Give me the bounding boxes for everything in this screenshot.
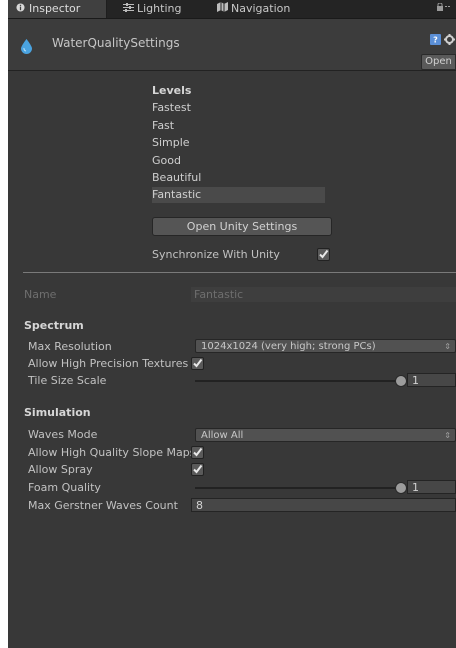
sync-checkbox[interactable]: [317, 248, 330, 261]
tile-size-slider-track[interactable]: [195, 380, 402, 382]
navigation-icon: [216, 1, 228, 19]
gear-icon[interactable]: [444, 34, 455, 45]
max-resolution-value: 1024x1024 (very high; strong PCs): [201, 341, 376, 352]
asset-header: WaterQualitySettings ? Open: [8, 19, 456, 71]
foam-quality-slider-track[interactable]: [195, 487, 402, 489]
dropdown-arrow-icon: ⇕: [444, 431, 451, 440]
checkmark-icon: [193, 464, 203, 474]
level-item-simple[interactable]: Simple: [152, 135, 325, 151]
tab-bar: Inspector Lighting Navigation: [8, 0, 456, 19]
dropdown-arrow-icon: ⇕: [444, 342, 451, 351]
gerstner-input[interactable]: 8: [191, 498, 456, 512]
asset-name: WaterQualitySettings: [52, 36, 180, 50]
open-unity-settings-button[interactable]: Open Unity Settings: [152, 217, 332, 236]
high-precision-label: Allow High Precision Textures: [28, 357, 189, 370]
checkmark-icon: [319, 249, 329, 259]
max-resolution-label: Max Resolution: [28, 340, 112, 353]
tab-inspector[interactable]: Inspector: [8, 0, 107, 18]
tab-lighting[interactable]: Lighting: [116, 0, 181, 18]
section-divider: [23, 272, 456, 273]
max-resolution-dropdown[interactable]: 1024x1024 (very high; strong PCs) ⇕: [195, 339, 456, 353]
name-field: Fantastic: [191, 287, 456, 302]
foam-quality-input[interactable]: 1: [407, 480, 456, 494]
help-icon[interactable]: ?: [430, 34, 441, 45]
level-item-beautiful[interactable]: Beautiful: [152, 170, 325, 186]
tile-size-label: Tile Size Scale: [28, 374, 107, 387]
waves-mode-dropdown[interactable]: Allow All ⇕: [195, 428, 456, 442]
level-item-fantastic[interactable]: Fantastic: [152, 187, 325, 203]
checkmark-icon: [193, 447, 203, 457]
water-drop-icon: [21, 39, 32, 57]
lighting-icon: [122, 1, 134, 19]
waves-mode-value: Allow All: [201, 430, 244, 441]
inspector-window: Inspector Lighting Navigation WaterQuali…: [8, 0, 456, 648]
tab-label: Inspector: [29, 2, 81, 15]
slope-maps-checkbox[interactable]: [191, 446, 204, 459]
sync-label: Synchronize With Unity: [152, 248, 280, 261]
tab-navigation[interactable]: Navigation: [210, 0, 290, 18]
tile-size-input[interactable]: 1: [407, 373, 456, 387]
simulation-title: Simulation: [24, 406, 91, 419]
svg-text:?: ?: [433, 36, 438, 45]
info-icon: [14, 1, 26, 19]
slope-maps-label: Allow High Quality Slope Maps: [28, 446, 196, 459]
foam-quality-label: Foam Quality: [28, 481, 101, 494]
level-item-fast[interactable]: Fast: [152, 118, 325, 134]
name-label: Name: [24, 288, 57, 301]
spray-label: Allow Spray: [28, 463, 93, 476]
foam-quality-slider-thumb[interactable]: [395, 482, 407, 494]
waves-mode-label: Waves Mode: [28, 428, 98, 441]
tile-size-slider-thumb[interactable]: [395, 375, 407, 387]
open-button[interactable]: Open: [421, 54, 456, 70]
level-item-good[interactable]: Good: [152, 153, 325, 169]
gerstner-label: Max Gerstner Waves Count: [28, 499, 178, 512]
high-precision-checkbox[interactable]: [191, 357, 204, 370]
checkmark-icon: [193, 358, 203, 368]
level-item-fastest[interactable]: Fastest: [152, 100, 325, 116]
lock-icon[interactable]: [437, 0, 450, 18]
levels-title: Levels: [152, 84, 192, 97]
spray-checkbox[interactable]: [191, 463, 204, 476]
tab-label: Lighting: [137, 2, 182, 15]
spectrum-title: Spectrum: [24, 319, 84, 332]
tab-label: Navigation: [231, 2, 291, 15]
